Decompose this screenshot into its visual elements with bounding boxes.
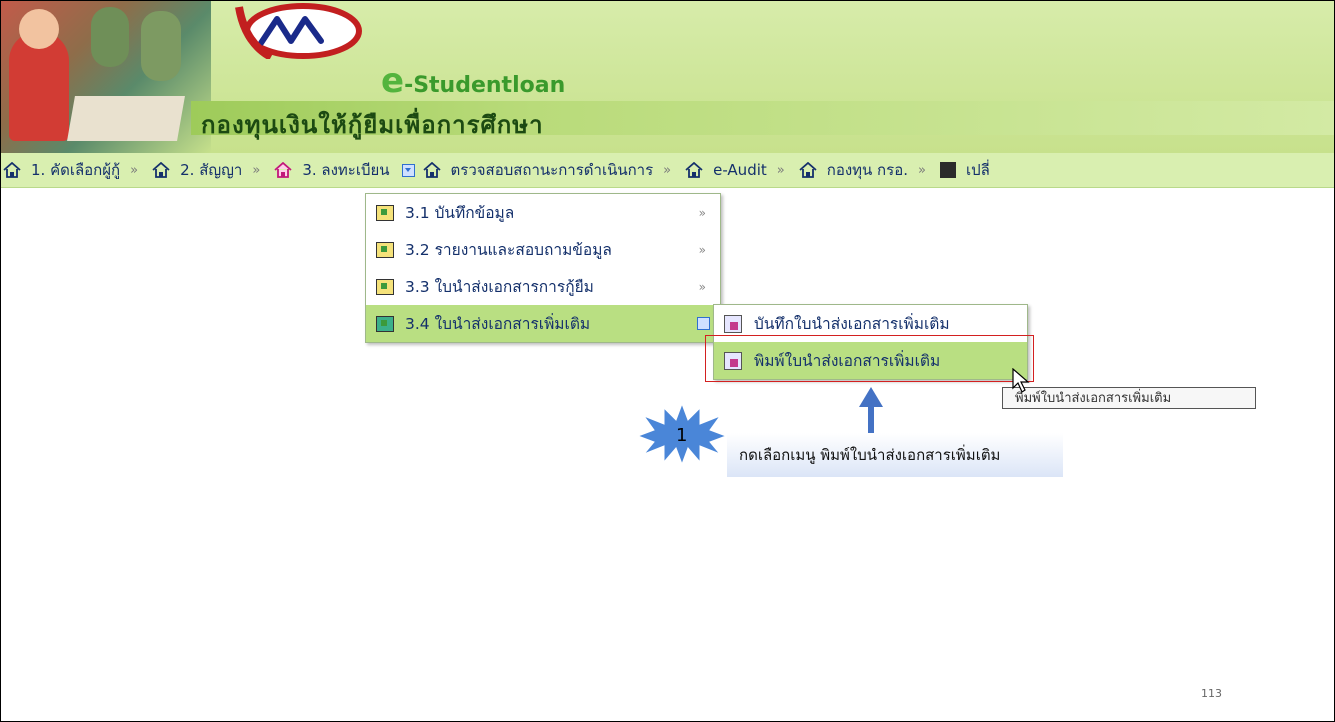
- nav-item-status[interactable]: ตรวจสอบสถานะการดำเนินการ: [447, 153, 658, 187]
- submenu-arrow-icon: »: [698, 205, 706, 220]
- home-icon-active: [274, 161, 292, 178]
- dropdown-arrow-icon: [697, 317, 710, 330]
- nav-item-registration[interactable]: 3. ลงทะเบียน: [298, 153, 393, 187]
- nav-item-screening[interactable]: 1. คัดเลือกผู้กู้: [27, 153, 124, 187]
- nav-separator: »: [663, 162, 672, 178]
- menu-item-3-3[interactable]: 3.3 ใบนำส่งเอกสารการกู้ยืม »: [366, 268, 720, 305]
- menu-page-icon: [376, 315, 394, 332]
- menu-page-icon: [376, 241, 394, 258]
- submenu-item-label: บันทึกใบนำส่งเอกสารเพิ่มเติม: [754, 315, 950, 333]
- mouse-cursor-icon: [1012, 368, 1030, 393]
- menu-item-label: 3.1 บันทึกข้อมูล: [405, 204, 515, 222]
- page-number: 113: [1201, 687, 1222, 700]
- tooltip: พิมพ์ใบนำส่งเอกสารเพิ่มเติม: [1002, 387, 1256, 409]
- nav-separator: »: [917, 162, 926, 178]
- brand-title: e-Studentloan: [381, 61, 566, 101]
- nav-separator: »: [252, 162, 261, 178]
- nav-item-change[interactable]: เปลี่: [962, 153, 994, 187]
- menu-item-3-4[interactable]: 3.4 ใบนำส่งเอกสารเพิ่มเติม: [366, 305, 720, 342]
- menu-item-label: 3.4 ใบนำส่งเอกสารเพิ่มเติม: [405, 315, 591, 333]
- home-icon: [152, 161, 170, 178]
- home-icon: [799, 161, 817, 178]
- home-icon: [3, 161, 21, 178]
- registration-menu: 3.1 บันทึกข้อมูล » 3.2 รายงานและสอบถามข้…: [365, 193, 721, 343]
- submenu-arrow-icon: »: [698, 242, 706, 257]
- highlight-box: [705, 335, 1034, 382]
- org-name: กองทุนเงินให้กู้ยืมเพื่อการศึกษา: [201, 111, 544, 139]
- document-edit-icon: [724, 314, 742, 333]
- film-icon: [939, 162, 956, 178]
- nav-item-kro-fund[interactable]: กองทุน กรอ.: [823, 153, 912, 187]
- nav-item-contract[interactable]: 2. สัญญา: [176, 153, 246, 187]
- menu-page-icon: [376, 278, 394, 295]
- students-photo: [1, 1, 211, 153]
- menu-item-3-2[interactable]: 3.2 รายงานและสอบถามข้อมูล »: [366, 231, 720, 268]
- header-banner: e-Studentloan กองทุนเงินให้กู้ยืมเพื่อกา…: [1, 1, 1334, 153]
- menu-item-3-1[interactable]: 3.1 บันทึกข้อมูล »: [366, 194, 720, 231]
- menu-item-label: 3.2 รายงานและสอบถามข้อมูล: [405, 241, 612, 259]
- menu-item-label: 3.3 ใบนำส่งเอกสารการกู้ยืม: [405, 278, 594, 296]
- nav-separator: »: [130, 162, 139, 178]
- instruction-callout: กดเลือกเมนู พิมพ์ใบนำส่งเอกสารเพิ่มเติม: [727, 433, 1063, 477]
- submenu-arrow-icon: »: [698, 279, 706, 294]
- home-icon: [422, 161, 441, 178]
- dropdown-arrow-icon[interactable]: [401, 163, 415, 177]
- fund-logo: [235, 3, 362, 59]
- nav-separator: »: [776, 162, 785, 178]
- menu-page-icon: [376, 204, 394, 221]
- main-nav: 1. คัดเลือกผู้กู้ » 2. สัญญา » 3. ลงทะเบ…: [1, 153, 1334, 188]
- up-arrow-icon: [859, 387, 883, 435]
- nav-item-eaudit[interactable]: e-Audit: [709, 153, 771, 187]
- home-icon: [685, 161, 703, 178]
- step-number: 1: [676, 425, 688, 446]
